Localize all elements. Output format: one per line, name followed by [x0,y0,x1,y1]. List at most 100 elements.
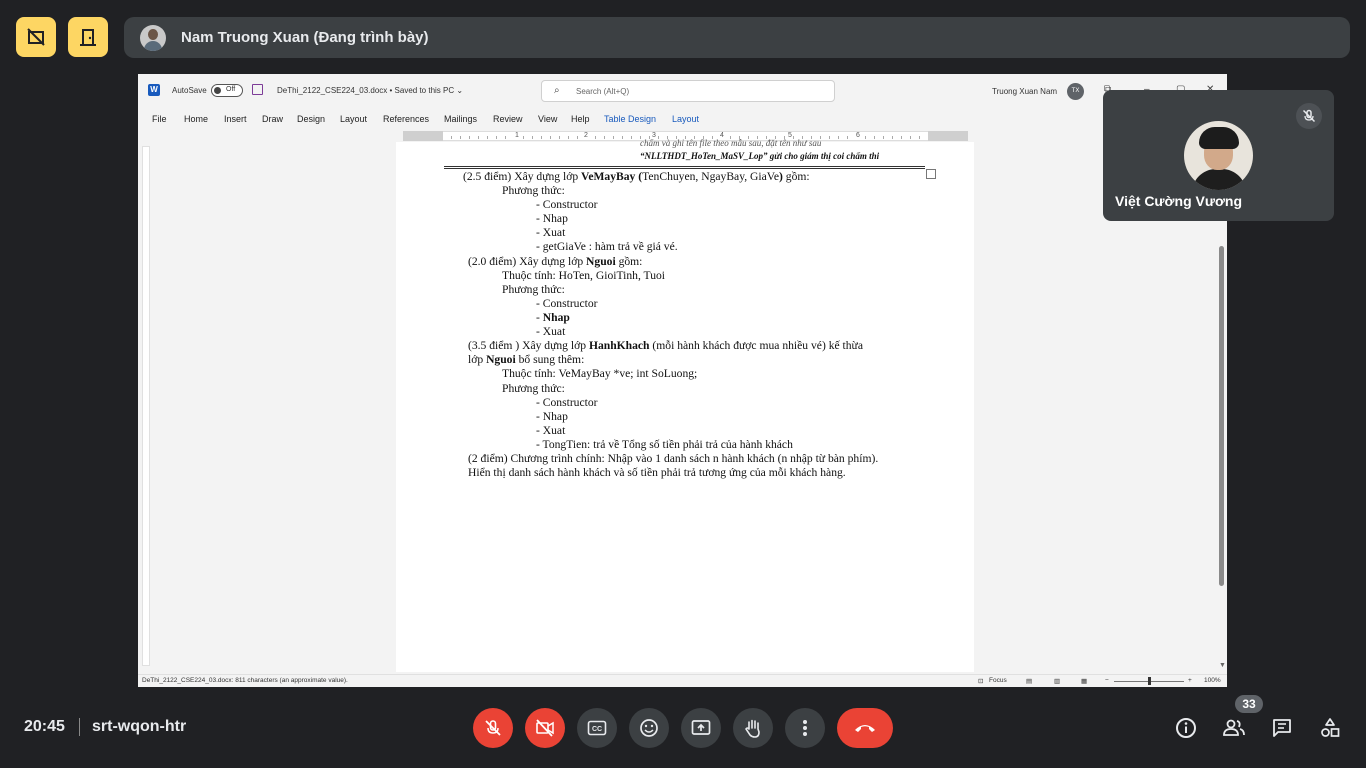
web-layout-icon[interactable]: ▦ [1081,677,1087,685]
people-button[interactable] [1221,715,1247,741]
q3-attributes: Thuộc tính: VeMayBay *ve; int SoLuong; [502,367,698,380]
toggle-knob [214,87,221,94]
question-2: (2.0 điểm) Xây dựng lớp Nguoi gồm: [468,255,643,268]
scroll-down-icon[interactable]: ▼ [1219,662,1226,669]
raise-hand-button[interactable] [733,708,773,748]
word-app-icon: W [148,84,160,96]
hang-up-icon [855,725,875,732]
tab-file[interactable]: File [152,114,167,124]
participant-avatar [1184,121,1253,190]
reactions-button[interactable] [629,708,669,748]
question-4-line-2: Hiển thị danh sách hành khách và số tiền… [468,466,846,479]
tab-home[interactable]: Home [184,114,208,124]
document-title[interactable]: DeThi_2122_CSE224_03.docx • Saved to thi… [277,86,463,95]
meeting-code[interactable]: srt-wqon-htr [92,718,186,736]
more-vert-icon [803,720,807,736]
focus-icon[interactable]: ⊡ [978,677,983,685]
presenter-banner: Nam Truong Xuan (Đang trình bày) [124,17,1350,58]
word-user-avatar[interactable]: TX [1067,83,1084,100]
word-title-bar: W AutoSave Off DeThi_2122_CSE224_03.docx… [138,74,1227,107]
activities-button[interactable] [1317,715,1343,741]
camera-off-icon [536,719,554,737]
presenter-name: Nam Truong Xuan (Đang trình bày) [181,29,429,46]
people-icon [1223,719,1245,736]
status-text: DeThi_2122_CSE224_03.docx: 811 character… [142,677,348,684]
participant-count-badge: 33 [1235,695,1263,713]
q1-item: - getGiaVe : hàm trả về giá vé. [536,240,678,253]
tab-review[interactable]: Review [493,114,523,124]
q2-methods-label: Phương thức: [502,283,565,296]
header-italic-text: “NLLTHDT_HoTen_MaSV_Lop” gửi cho giám th… [640,151,880,161]
search-placeholder: Search (Alt+Q) [576,87,630,96]
ruler-number: 6 [855,132,861,139]
print-layout-icon[interactable]: ▥ [1054,677,1060,685]
scrollbar-thumb[interactable] [1219,246,1224,586]
tab-references[interactable]: References [383,114,429,124]
tab-insert[interactable]: Insert [224,114,247,124]
zoom-level[interactable]: 100% [1204,677,1221,684]
mic-muted-icon [1296,103,1322,129]
q3-item: - Constructor [536,396,598,409]
participant-name: Việt Cường Vương [1115,193,1243,209]
word-user-name[interactable]: Truong Xuan Nam [992,87,1057,96]
word-search-box[interactable]: ⌕ Search (Alt+Q) [541,80,835,102]
vertical-scrollbar[interactable]: ▲ ▼ [1218,142,1226,672]
save-icon[interactable] [252,84,263,95]
header-cut-text: chấm và ghi tên file theo mẫu sau, đặt t… [640,138,822,148]
emoji-icon [640,719,658,737]
mic-toggle-button[interactable] [473,708,513,748]
q3-methods-label: Phương thức: [502,382,565,395]
q2-item: - Constructor [536,297,598,310]
more-options-button[interactable] [785,708,825,748]
participant-tile[interactable]: Việt Cường Vương [1103,90,1334,221]
captions-button[interactable]: CC [577,708,617,748]
read-mode-icon[interactable]: ▤ [1026,677,1032,685]
tab-table-design[interactable]: Table Design [604,114,656,124]
door-icon [80,29,96,46]
q1-methods-label: Phương thức: [502,184,565,197]
question-4-line-1: (2 điểm) Chương trình chính: Nhập vào 1 … [468,452,879,465]
shared-screen: W AutoSave Off DeThi_2122_CSE224_03.docx… [138,74,1227,687]
zoom-in-icon[interactable]: + [1188,677,1192,684]
header-rule [444,166,925,167]
tab-table-layout[interactable]: Layout [672,114,699,124]
exit-door-button[interactable] [68,17,108,57]
camera-toggle-button[interactable] [525,708,565,748]
q3-item: - Xuat [536,424,566,437]
word-status-bar: DeThi_2122_CSE224_03.docx: 811 character… [138,674,1227,687]
ruler-margin-left [403,131,443,141]
info-icon [1176,718,1196,738]
zoom-slider-knob[interactable] [1148,677,1151,685]
ribbon-tabs: File Home Insert Draw Design Layout Refe… [138,109,1227,129]
present-button[interactable] [681,708,721,748]
focus-label[interactable]: Focus [989,677,1007,684]
leave-call-button[interactable] [837,708,893,748]
autosave-toggle[interactable]: Off [211,84,243,97]
chat-button[interactable] [1269,715,1295,741]
meet-top-bar: Nam Truong Xuan (Đang trình bày) [0,0,1366,74]
q1-item: - Nhap [536,212,568,225]
tab-draw[interactable]: Draw [262,114,283,124]
zoom-out-icon[interactable]: − [1105,677,1109,684]
presentation-layout-button[interactable] [16,17,56,57]
table-resize-handle[interactable] [926,169,936,179]
tab-layout[interactable]: Layout [340,114,367,124]
meeting-details-button[interactable] [1173,715,1199,741]
presenter-avatar [140,24,166,51]
tab-view[interactable]: View [538,114,557,124]
header-rule [444,168,925,169]
search-icon: ⌕ [554,85,560,96]
autosave-state: Off [226,86,236,93]
ruler-margin-right [928,131,968,141]
tab-mailings[interactable]: Mailings [444,114,477,124]
q2-item: - Nhap [536,311,570,324]
question-3-line-2: lớp Nguoi bổ sung thêm: [468,353,585,366]
vertical-ruler [142,146,150,666]
document-page[interactable]: chấm và ghi tên file theo mẫu sau, đặt t… [396,138,974,672]
ruler-number: 2 [583,132,589,139]
hand-icon [745,719,760,738]
tab-design[interactable]: Design [297,114,325,124]
tab-help[interactable]: Help [571,114,590,124]
question-3: (3.5 điểm ) Xây dựng lớp HanhKhach (mỗi … [468,339,863,352]
q3-item: - TongTien: trả về Tổng số tiền phải trả… [536,438,793,451]
